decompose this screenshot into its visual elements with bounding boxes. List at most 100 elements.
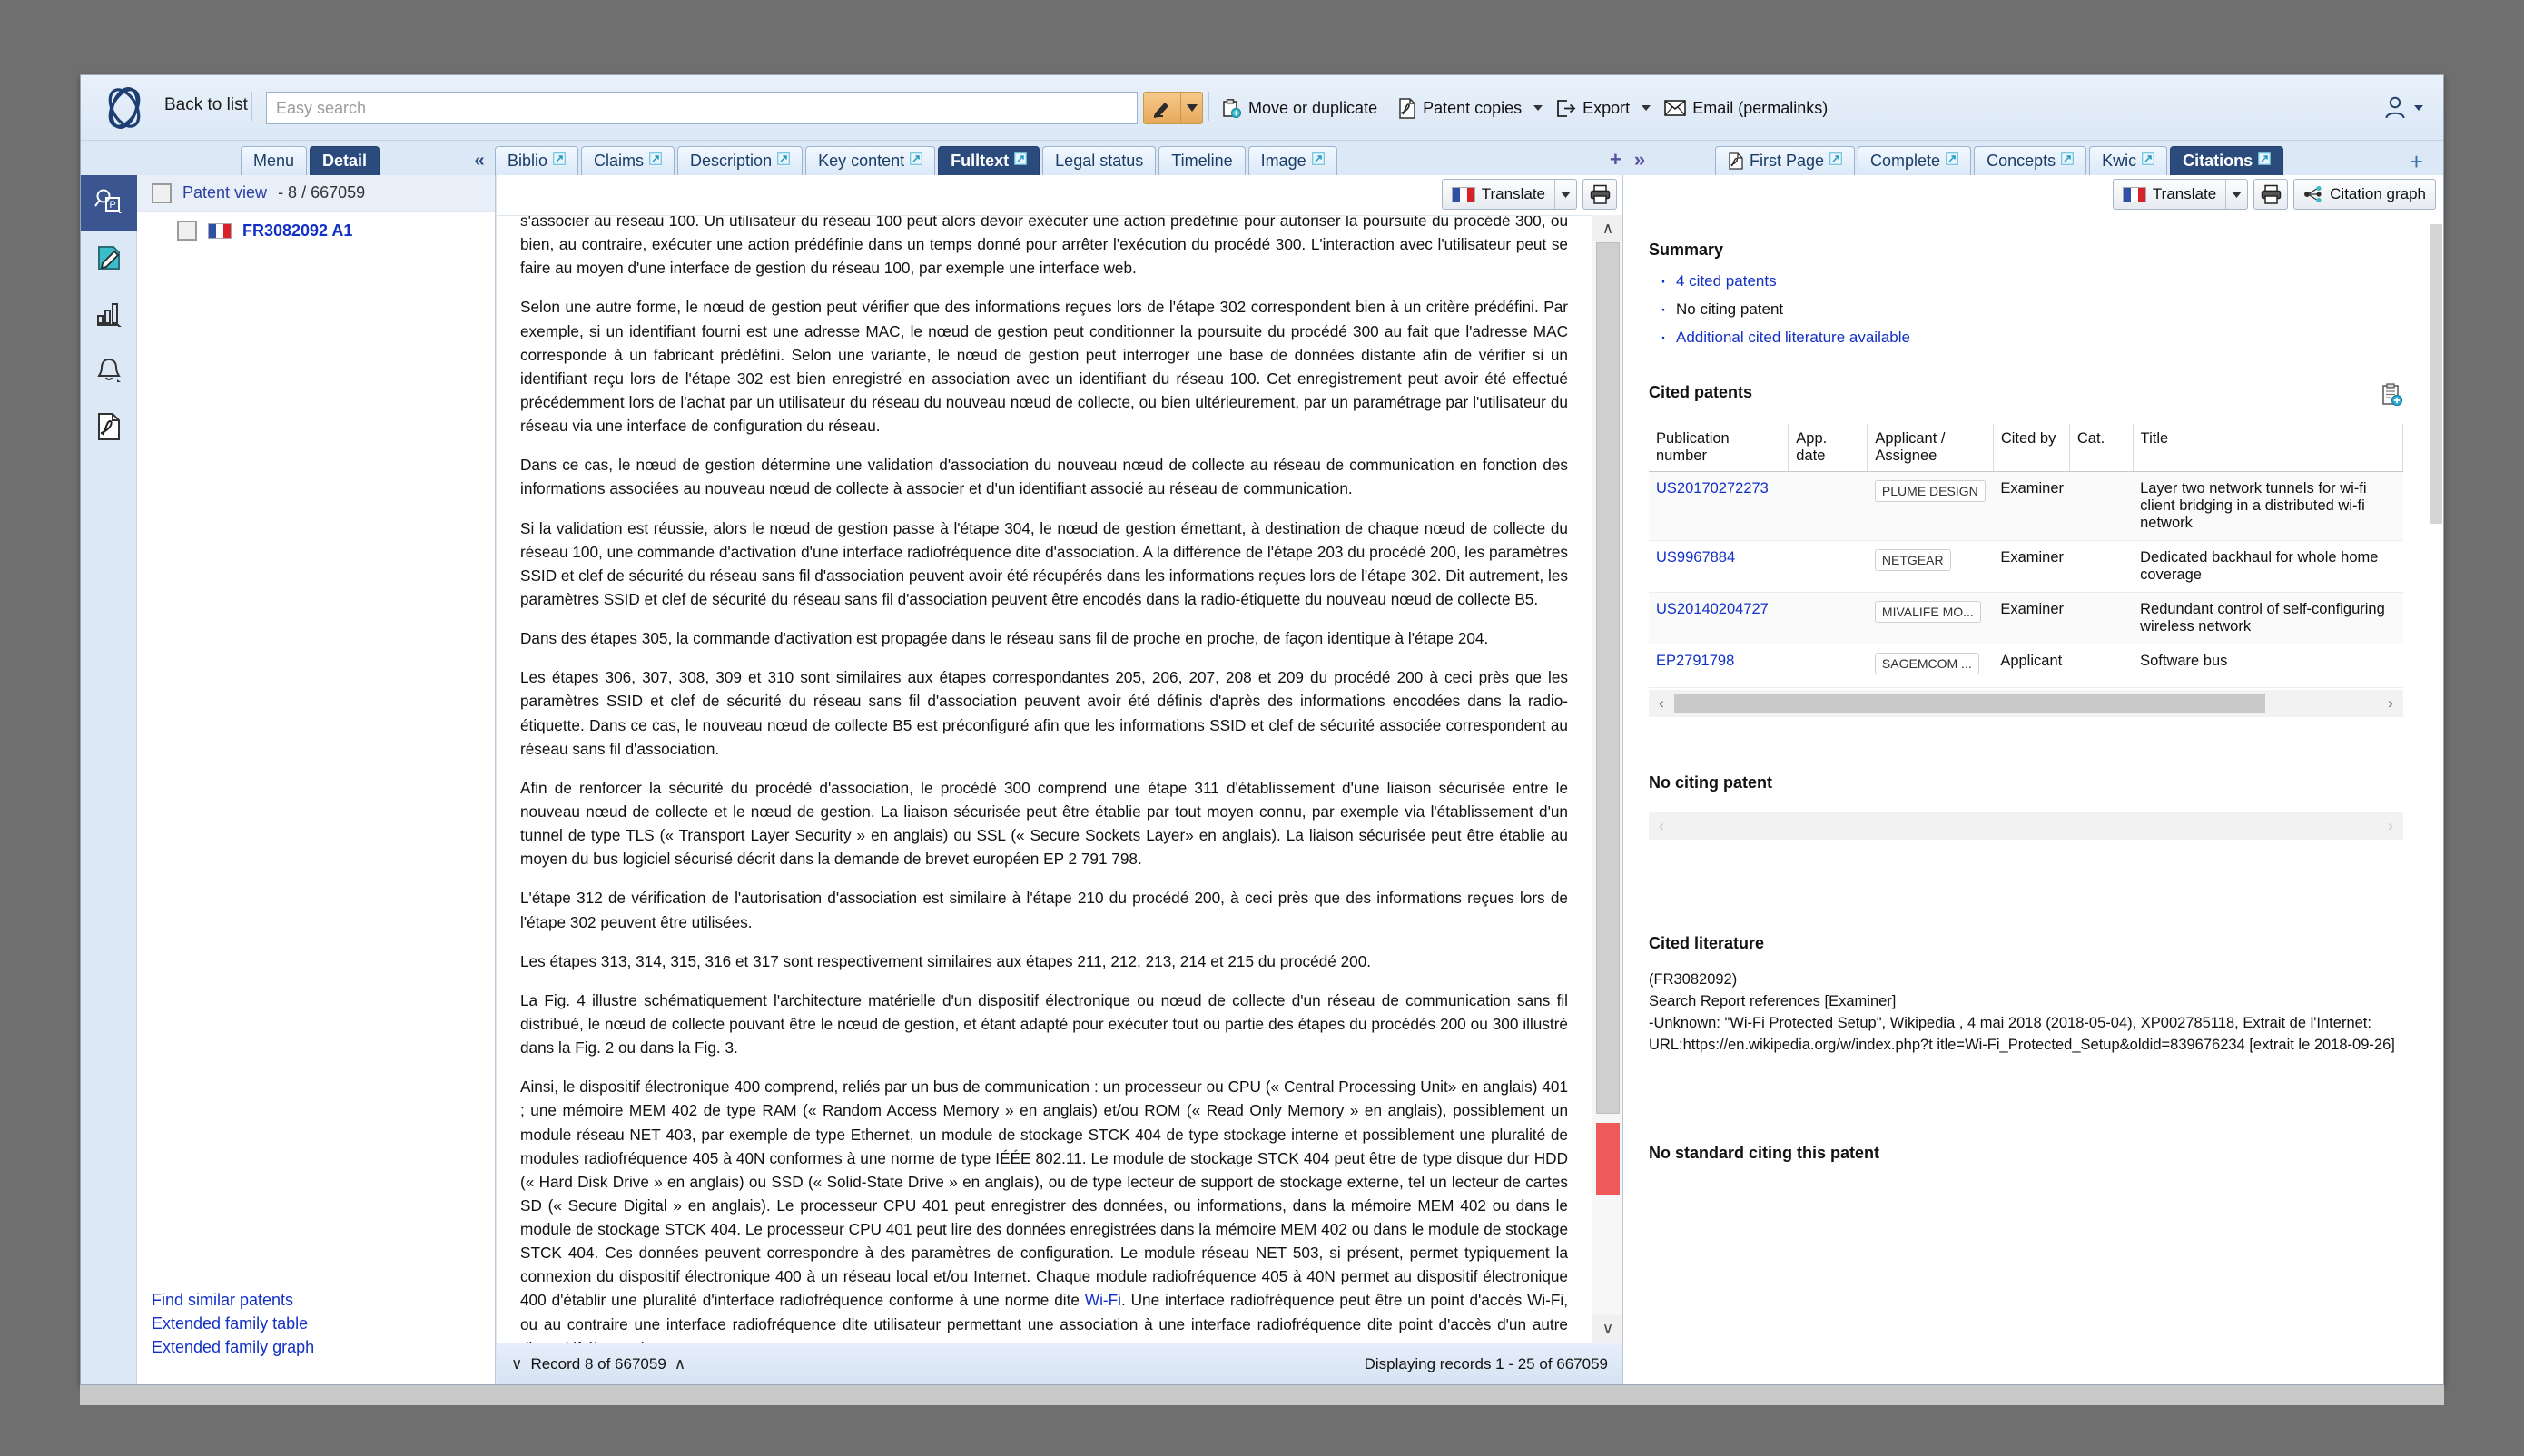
citations-translate-caret-icon[interactable] — [2225, 180, 2247, 209]
next-record-icon[interactable]: ∧ — [675, 1355, 685, 1373]
popout-icon[interactable] — [1829, 151, 1842, 165]
summary-item[interactable]: Additional cited literature available — [1656, 325, 2403, 350]
tab-legal-status[interactable]: Legal status — [1042, 146, 1157, 175]
column-header[interactable]: App. date — [1788, 424, 1868, 472]
email-permalinks-button[interactable]: Email (permalinks) — [1654, 93, 1838, 123]
printer-icon[interactable] — [2254, 180, 2287, 209]
tab-biblio[interactable]: Biblio — [495, 146, 579, 175]
scrollbar-thumb[interactable] — [2430, 224, 2442, 524]
scroll-right-arrow-icon[interactable]: › — [2378, 817, 2403, 835]
tab-citations[interactable]: Citations — [2170, 146, 2284, 175]
scroll-left-arrow-icon[interactable]: ‹ — [1649, 694, 1674, 713]
tab-detail[interactable]: Detail — [310, 146, 380, 175]
extended-family-table-link[interactable]: Extended family table — [152, 1312, 495, 1335]
patent-view-label[interactable]: Patent view — [182, 183, 267, 202]
collapse-panel-button[interactable]: « — [464, 146, 495, 175]
citations-translate-button[interactable]: Translate — [2114, 180, 2225, 209]
rail-item-patent-search[interactable]: P — [81, 175, 137, 231]
list-item[interactable]: FR3082092 A1 — [137, 212, 495, 250]
column-header[interactable]: Applicant / Assignee — [1867, 424, 1994, 472]
popout-icon[interactable] — [777, 151, 790, 165]
assignee-chip[interactable]: MIVALIFE MO... — [1874, 601, 1981, 623]
back-to-list-button[interactable]: Back to list — [164, 95, 248, 115]
scrollbar-position-marker[interactable] — [1596, 1123, 1620, 1195]
export-button[interactable]: Export — [1546, 93, 1640, 123]
popout-icon[interactable] — [2258, 151, 2272, 165]
printer-icon[interactable] — [1583, 180, 1616, 209]
tab-timeline[interactable]: Timeline — [1158, 146, 1246, 175]
add-document-tab-button[interactable]: + — [1610, 148, 1622, 172]
add-citation-tab-button[interactable]: + — [2410, 150, 2423, 173]
publication-number-cell[interactable]: US20140204727 — [1649, 592, 1789, 644]
wifi-link[interactable]: Wi-Fi — [1085, 1291, 1121, 1309]
citations-vertical-scrollbar[interactable] — [2429, 217, 2443, 1384]
publication-number-link[interactable]: US20170272273 — [1656, 480, 1769, 497]
column-header[interactable]: Cat. — [2069, 424, 2134, 472]
tab-kwic[interactable]: Kwic — [2089, 146, 2168, 175]
translate-button[interactable]: Translate — [1443, 180, 1554, 209]
previous-record-icon[interactable]: ∨ — [511, 1355, 522, 1373]
select-all-checkbox[interactable] — [152, 182, 172, 203]
pencil-edit-icon[interactable] — [1144, 93, 1180, 123]
column-header[interactable]: Title — [2133, 424, 2404, 472]
record-navigation[interactable]: ∨ Record 8 of 667059 ∧ — [511, 1355, 685, 1373]
user-account-icon[interactable] — [2384, 95, 2423, 121]
tab-claims[interactable]: Claims — [581, 146, 675, 175]
find-similar-patents-link[interactable]: Find similar patents — [152, 1288, 495, 1312]
assignee-chip[interactable]: SAGEMCOM ... — [1874, 653, 1979, 674]
column-header[interactable]: Cited by — [1993, 424, 2070, 472]
publication-number-link[interactable]: US9967884 — [1656, 549, 1735, 566]
table-row[interactable]: US20140204727 MIVALIFE MO... Examiner Redun… — [1649, 592, 2403, 644]
popout-icon[interactable] — [1311, 151, 1325, 165]
rail-item-notes[interactable] — [81, 231, 137, 288]
assignee-chip[interactable]: NETGEAR — [1874, 549, 1951, 571]
publication-number-cell[interactable]: EP2791798 — [1649, 644, 1789, 688]
tab-complete[interactable]: Complete — [1858, 146, 1972, 175]
row-checkbox[interactable] — [177, 221, 197, 241]
popout-icon[interactable] — [1946, 151, 1958, 165]
publication-number-link[interactable]: US20140204727 — [1656, 601, 1769, 617]
scrollbar-thumb[interactable] — [1674, 694, 2265, 713]
document-vertical-scrollbar[interactable]: ∧ ∨ — [1592, 215, 1623, 1343]
patent-copies-caret-icon[interactable] — [1533, 105, 1543, 111]
tab-description[interactable]: Description — [677, 146, 804, 175]
popout-icon[interactable] — [910, 151, 923, 165]
scroll-left-arrow-icon[interactable]: ‹ — [1649, 817, 1674, 835]
more-document-tabs-button[interactable]: » — [1634, 148, 1645, 172]
rail-item-pdf[interactable] — [81, 400, 137, 457]
summary-item[interactable]: 4 cited patents — [1656, 269, 2403, 294]
scroll-down-arrow-icon[interactable]: ∨ — [1592, 1315, 1623, 1343]
translate-caret-icon[interactable] — [1554, 180, 1576, 209]
tab-fulltext[interactable]: Fulltext — [938, 146, 1040, 175]
citation-graph-button[interactable]: Citation graph — [2294, 180, 2435, 209]
scrollbar-track[interactable] — [1674, 817, 2378, 835]
add-to-list-icon[interactable] — [2380, 383, 2403, 411]
patent-copies-button[interactable]: Patent copies — [1387, 93, 1532, 123]
summary-item-link[interactable]: Additional cited literature available — [1676, 329, 1910, 346]
move-or-duplicate-button[interactable]: Move or duplicate — [1211, 93, 1387, 123]
patent-view-header-row[interactable]: Patent view - 8 / 667059 — [137, 175, 495, 212]
table-row[interactable]: US20170272273 PLUME DESIGN Examiner Layer t… — [1649, 471, 2403, 541]
tab-first-page[interactable]: First Page — [1715, 146, 1856, 175]
tab-image[interactable]: Image — [1247, 146, 1337, 175]
extended-family-graph-link[interactable]: Extended family graph — [152, 1335, 495, 1359]
search-options-caret-icon[interactable] — [1180, 93, 1202, 123]
rail-item-alerts[interactable] — [81, 344, 137, 400]
column-header[interactable]: Publication number — [1649, 424, 1789, 472]
popout-icon[interactable] — [2142, 151, 2155, 165]
publication-number-cell[interactable]: US20170272273 — [1649, 471, 1789, 541]
popout-icon[interactable] — [2061, 151, 2075, 165]
patent-number-label[interactable]: FR3082092 A1 — [242, 221, 352, 241]
export-caret-icon[interactable] — [1642, 105, 1651, 111]
tab-concepts[interactable]: Concepts — [1974, 146, 2087, 175]
table-row[interactable]: EP2791798 SAGEMCOM ... Applicant Software b… — [1649, 644, 2403, 688]
scroll-up-arrow-icon[interactable]: ∧ — [1592, 215, 1623, 242]
scrollbar-track[interactable] — [1674, 694, 2378, 713]
cited-patents-horizontal-scrollbar[interactable]: ‹ › — [1649, 690, 2403, 717]
popout-icon[interactable] — [553, 151, 566, 165]
scroll-right-arrow-icon[interactable]: › — [2378, 694, 2403, 713]
rail-item-analysis[interactable] — [81, 288, 137, 344]
search-input[interactable] — [266, 92, 1138, 124]
publication-number-link[interactable]: EP2791798 — [1656, 653, 1734, 669]
popout-icon[interactable] — [649, 151, 662, 165]
